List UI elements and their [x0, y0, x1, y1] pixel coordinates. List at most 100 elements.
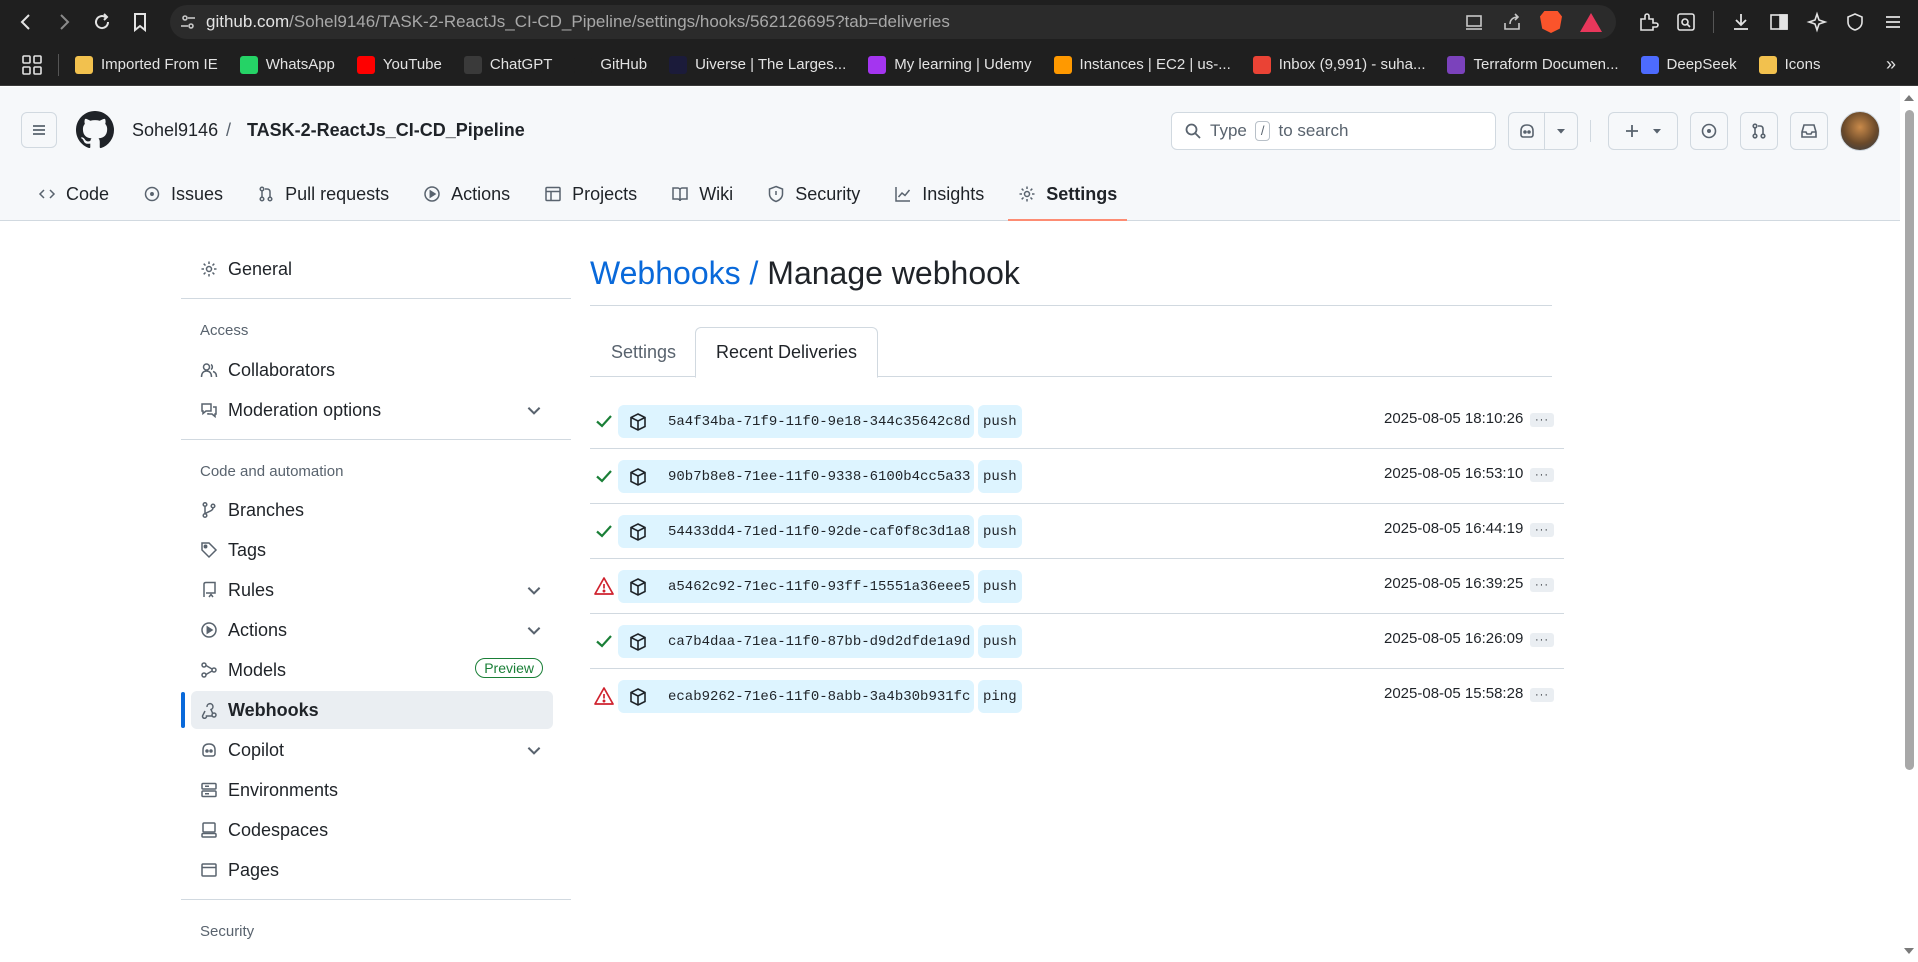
sidebar-item-models[interactable]: Models Preview [191, 651, 553, 689]
share-icon[interactable] [1502, 12, 1522, 32]
page-title-text: Manage webhook [767, 255, 1020, 291]
create-new-button[interactable] [1608, 112, 1678, 150]
more-options-button[interactable]: ··· [1530, 413, 1554, 427]
more-options-button[interactable]: ··· [1530, 633, 1554, 647]
delivery-row[interactable]: 5a4f34ba-71f9-11f0-9e18-344c35642c8d push… [590, 394, 1564, 449]
more-options-button[interactable]: ··· [1530, 523, 1554, 537]
tab-insights[interactable]: Insights [884, 175, 994, 213]
triangle-down-icon [1557, 129, 1566, 134]
sidebar-item-codespaces[interactable]: Codespaces [191, 811, 553, 849]
brave-rewards-icon[interactable] [1580, 12, 1602, 32]
global-nav-menu-button[interactable] [21, 112, 57, 148]
sidebar-item-copilot[interactable]: Copilot [191, 731, 553, 769]
sidebar-item-general[interactable]: General [191, 250, 553, 288]
more-options-button[interactable]: ··· [1530, 578, 1554, 592]
scroll-thumb[interactable] [1905, 110, 1914, 770]
forward-button[interactable] [46, 4, 82, 40]
more-options-button[interactable]: ··· [1530, 468, 1554, 482]
delivery-row[interactable]: 90b7b8e8-71ee-11f0-9338-6100b4cc5a33 push… [590, 449, 1564, 504]
issues-button[interactable] [1690, 112, 1728, 150]
delivery-row[interactable]: ecab9262-71e6-11f0-8abb-3a4b30b931fc ping… [590, 669, 1564, 724]
delivery-row[interactable]: a5462c92-71ec-11f0-93ff-15551a36eee5 push… [590, 559, 1564, 614]
tab-settings[interactable]: Settings [590, 327, 697, 378]
delivery-guid-pill[interactable]: a5462c92-71ec-11f0-93ff-15551a36eee5 [618, 570, 975, 603]
sidebar-item-label: Tags [228, 539, 267, 560]
bookmark-item[interactable]: Imported From IE [75, 55, 218, 74]
tab-code[interactable]: Code [28, 175, 119, 213]
bookmark-item[interactable]: WhatsApp [239, 55, 335, 74]
apps-grid-icon[interactable] [20, 53, 44, 77]
github-logo-icon[interactable] [76, 111, 114, 149]
scroll-up-arrow[interactable] [1904, 95, 1914, 101]
bookmark-item[interactable]: GitHub [574, 55, 647, 74]
delivery-row[interactable]: 54433dd4-71ed-11f0-92de-caf0f8c3d1a8 push… [590, 504, 1564, 559]
delivery-guid-pill[interactable]: ecab9262-71e6-11f0-8abb-3a4b30b931fc [618, 680, 975, 713]
bookmark-item[interactable]: Terraform Documen... [1447, 55, 1619, 74]
scroll-down-arrow[interactable] [1904, 948, 1914, 954]
bookmark-label: Imported From IE [101, 56, 218, 73]
delivery-event: push [978, 460, 1022, 493]
reload-button[interactable] [84, 4, 120, 40]
tab-recent-deliveries[interactable]: Recent Deliveries [695, 327, 879, 378]
sidebar-item-rules[interactable]: Rules [191, 571, 553, 609]
page-scrollbar[interactable] [1900, 87, 1918, 962]
more-bookmarks-icon[interactable]: » [1886, 54, 1896, 75]
delivery-guid-pill[interactable]: ca7b4daa-71ea-11f0-87bb-d9d2dfde1a9d [618, 625, 975, 658]
site-info-icon[interactable] [170, 13, 206, 31]
more-options-button[interactable]: ··· [1530, 688, 1554, 702]
extensions-icon[interactable] [1637, 11, 1659, 33]
tab-actions[interactable]: Actions [413, 175, 520, 213]
cast-icon[interactable] [1464, 12, 1484, 32]
inbox-button[interactable] [1790, 112, 1828, 150]
address-bar[interactable]: github.com/Sohel9146/TASK-2-ReactJs_CI-C… [170, 5, 1616, 39]
tab-issues[interactable]: Issues [133, 175, 233, 213]
delivery-guid-pill[interactable]: 54433dd4-71ed-11f0-92de-caf0f8c3d1a8 [618, 515, 975, 548]
tab-label: Insights [922, 183, 985, 204]
sidebar-item-pages[interactable]: Pages [191, 851, 553, 889]
bookmark-item[interactable]: Icons [1758, 55, 1820, 74]
pull-requests-button[interactable] [1740, 112, 1778, 150]
bookmark-item[interactable]: YouTube [356, 55, 442, 74]
tab-label: Pull requests [285, 183, 390, 204]
brave-shields-icon[interactable] [1540, 11, 1562, 33]
shield-icon [768, 185, 784, 203]
leo-ai-icon[interactable] [1806, 11, 1828, 33]
bookmark-button[interactable] [122, 4, 158, 40]
sidebar-item-tags[interactable]: Tags [191, 531, 553, 569]
breadcrumb-owner[interactable]: Sohel9146 [132, 120, 218, 141]
tab-security[interactable]: Security [757, 175, 870, 213]
copilot-dropdown-button[interactable] [1545, 125, 1577, 137]
vpn-icon[interactable] [1844, 11, 1866, 33]
package-icon [630, 522, 646, 541]
sidebar-item-collaborators[interactable]: Collaborators [191, 351, 553, 389]
webhooks-breadcrumb-link[interactable]: Webhooks [590, 255, 741, 291]
delivery-guid-pill[interactable]: 5a4f34ba-71f9-11f0-9e18-344c35642c8d [618, 405, 975, 438]
tab-projects[interactable]: Projects [534, 175, 647, 213]
back-button[interactable] [8, 4, 44, 40]
bookmark-item[interactable]: My learning | Udemy [868, 55, 1032, 74]
delivery-row[interactable]: ca7b4daa-71ea-11f0-87bb-d9d2dfde1a9d push… [590, 614, 1564, 669]
sidebar-item-branches[interactable]: Branches [191, 491, 553, 529]
tab-wiki[interactable]: Wiki [661, 175, 743, 213]
search-input[interactable]: Type / to search [1171, 112, 1496, 150]
sidebar-item-actions[interactable]: Actions [191, 611, 553, 649]
sidebar-item-environments[interactable]: Environments [191, 771, 553, 809]
download-icon[interactable] [1730, 11, 1752, 33]
bookmark-item[interactable]: ChatGPT [463, 55, 552, 74]
bookmark-item[interactable]: Instances | EC2 | us-... [1053, 55, 1231, 74]
bookmark-item[interactable]: DeepSeek [1640, 55, 1737, 74]
breadcrumb-repo[interactable]: TASK-2-ReactJs_CI-CD_Pipeline [247, 120, 525, 141]
copilot-button[interactable] [1509, 122, 1544, 140]
avatar[interactable] [1840, 111, 1880, 151]
menu-icon[interactable] [1882, 11, 1904, 33]
tab-pull-requests[interactable]: Pull requests [247, 175, 399, 213]
sidebar-item-webhooks[interactable]: Webhooks [191, 691, 553, 729]
sidebar-toggle-icon[interactable] [1768, 11, 1790, 33]
bookmark-item[interactable]: Inbox (9,991) - suha... [1252, 55, 1425, 74]
bookmark-item[interactable]: Uiverse | The Larges... [669, 55, 846, 74]
reading-list-icon[interactable] [1675, 11, 1697, 33]
sidebar-item-moderation-options[interactable]: Moderation options [191, 391, 553, 429]
delivery-guid-pill[interactable]: 90b7b8e8-71ee-11f0-9338-6100b4cc5a33 [618, 460, 975, 493]
tab-settings[interactable]: Settings [1008, 175, 1128, 221]
issue-icon [144, 186, 160, 202]
